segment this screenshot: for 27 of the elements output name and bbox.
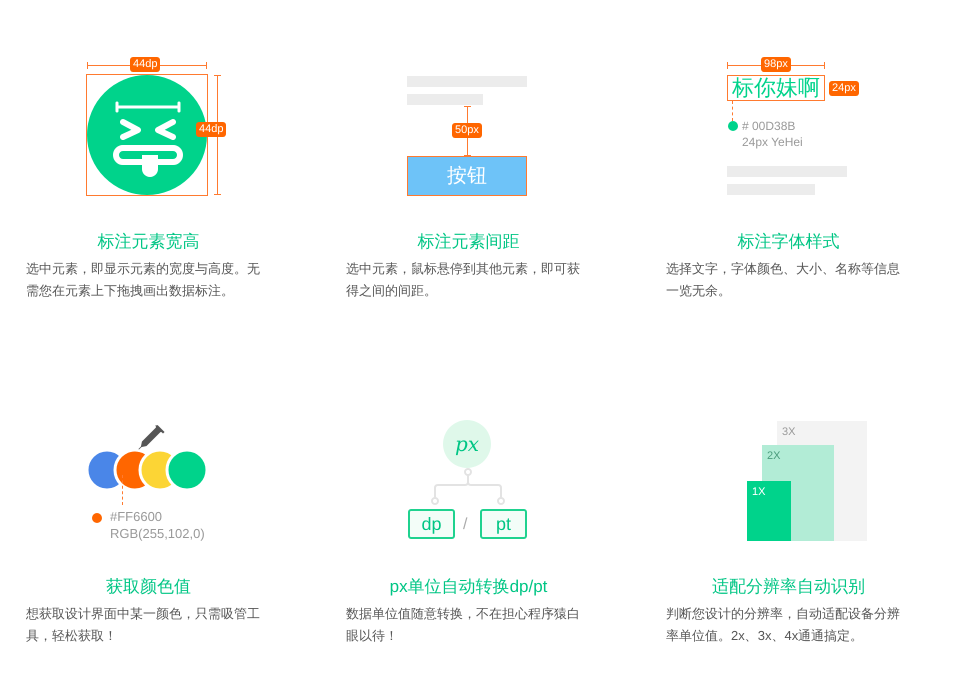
feature-title: 获取颜色值 — [105, 576, 192, 598]
feature-title: 标注元素宽高 — [96, 231, 200, 253]
dimension-label: 50px — [452, 123, 482, 138]
feature-description: 选择文字，字体颜色、大小、名称等信息一览无余。 — [666, 260, 901, 300]
separator-text: / — [463, 515, 468, 535]
feature-title: px单位自动转换dp/pt — [388, 576, 548, 598]
dimension-label: 24px — [829, 81, 859, 96]
feature-description: 想获取设计界面中某一颜色，只需吸管工具，轻松获取！ — [26, 605, 261, 645]
feature-title: 标注字体样式 — [736, 231, 840, 253]
unit-badge: px — [443, 420, 491, 468]
feature-title: 标注元素间距 — [416, 231, 520, 253]
dimension-label: 44dp — [196, 122, 226, 137]
color-code: #FF6600 — [110, 509, 162, 525]
feature-description: 判断您设计的分辨率，自动适配设备分辨率单位值。2x、3x、4x通通搞定。 — [666, 605, 901, 645]
color-code: # 00D38B — [742, 118, 796, 134]
color-code: RGB(255,102,0) — [110, 526, 205, 542]
dimension-label: 98px — [761, 57, 791, 72]
unit-box: dp — [408, 509, 455, 539]
dimension-label: 44dp — [130, 57, 160, 72]
sample-text: 标你妹啊 — [727, 75, 825, 101]
feature-description: 数据单位值随意转换，不在担心程序猿白眼以待！ — [346, 605, 581, 645]
unit-box: pt — [480, 509, 527, 539]
leader-line — [122, 475, 123, 505]
feature-description: 选中元素，即显示元素的宽度与高度。无需您在元素上下拖拽画出数据标注。 — [26, 260, 261, 300]
feature-title: 适配分辨率自动识别 — [711, 576, 866, 598]
feature-description: 选中元素，鼠标悬停到其他元素，即可获得之间的间距。 — [346, 260, 581, 300]
font-info: 24px YeHei — [742, 134, 803, 150]
